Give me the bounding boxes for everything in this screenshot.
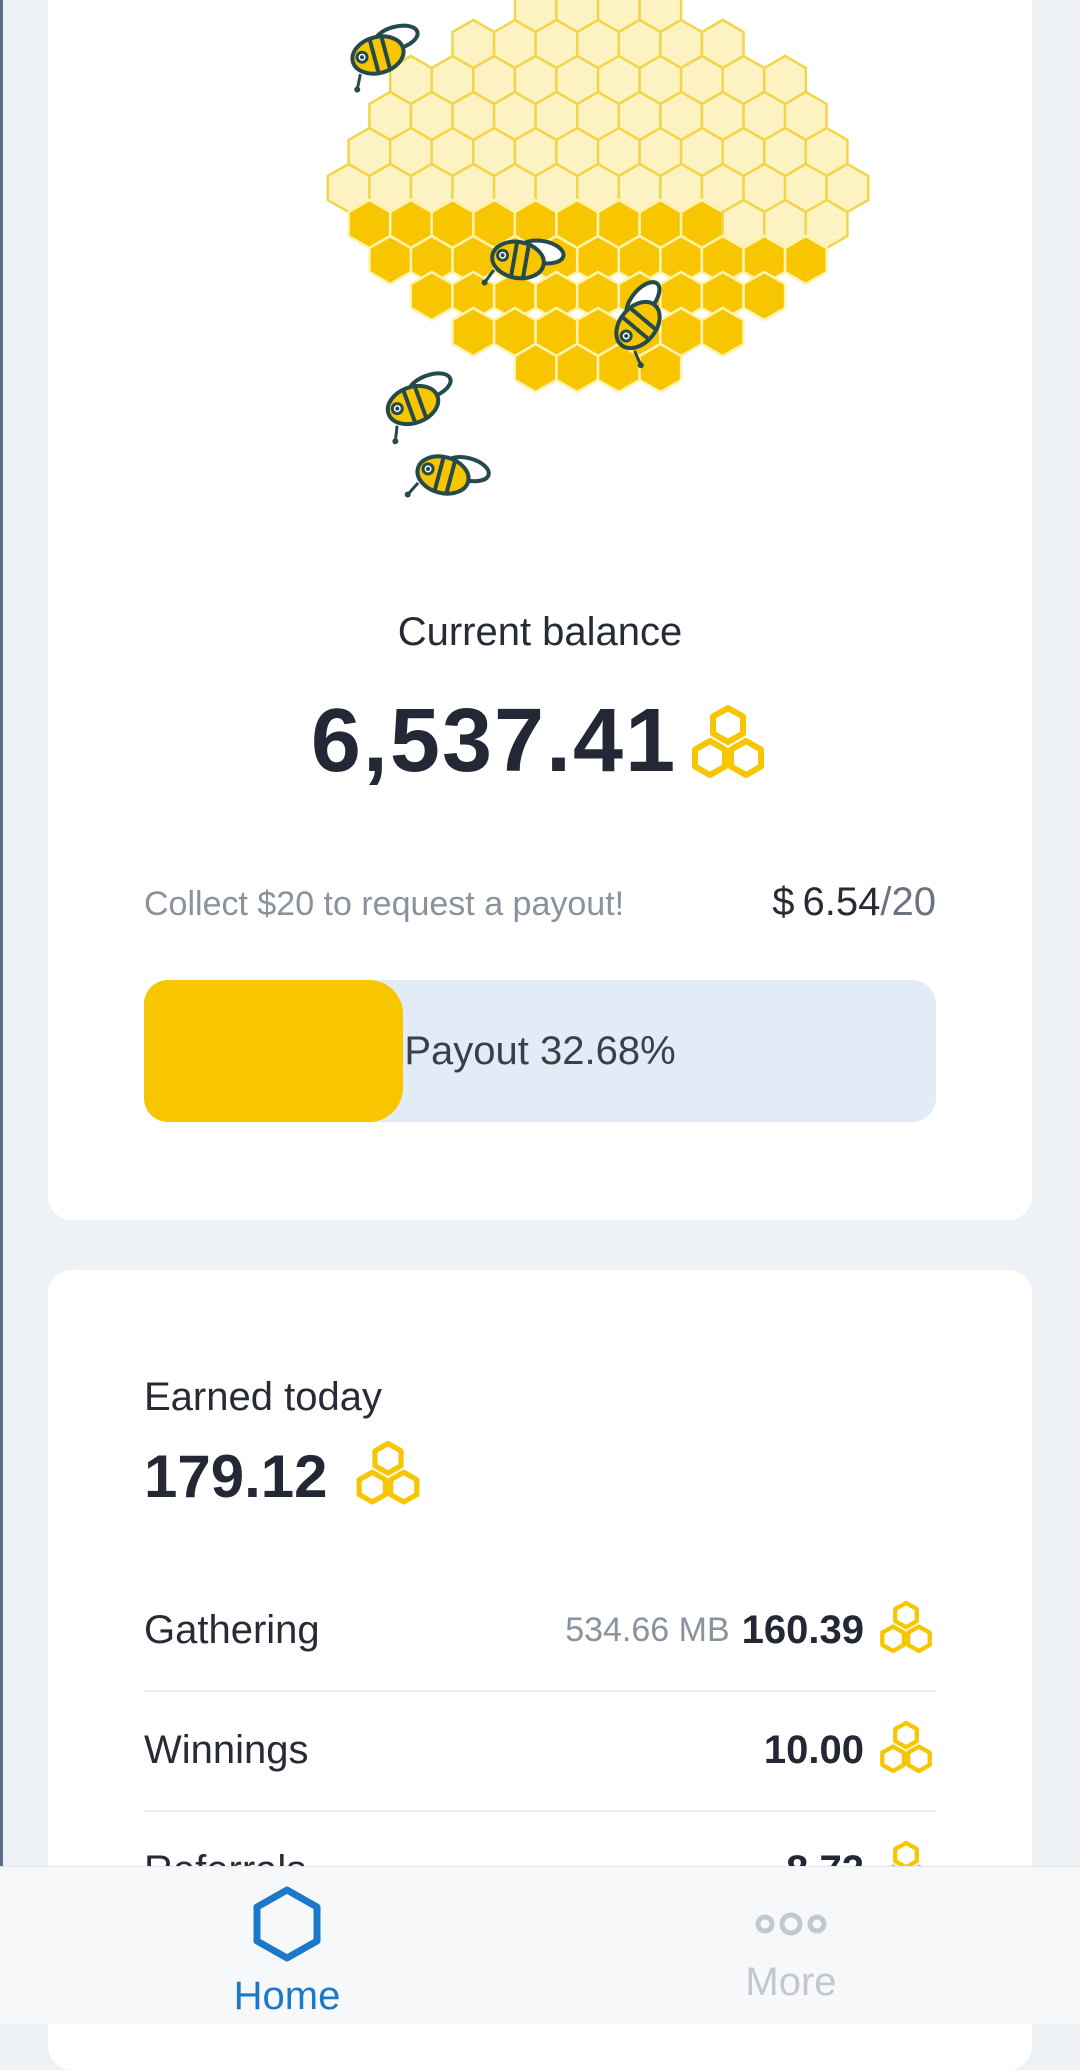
payout-current: 6.54	[802, 880, 881, 924]
balance-label: Current balance	[397, 610, 683, 654]
honeycomb-cell	[783, 234, 828, 286]
honeycomb-cell	[451, 306, 496, 358]
payout-currency: $	[772, 880, 795, 924]
honeycomb-cell	[742, 270, 787, 322]
payout-amount: $6.54/20	[772, 880, 936, 925]
balance-value: 6,537.41	[310, 691, 678, 791]
honeycomb-icon	[352, 1440, 424, 1513]
stat-value: 160.39	[741, 1607, 864, 1652]
nav-more-label: More	[745, 1960, 837, 2004]
balance-row: 6,537.41	[48, 690, 1032, 793]
stat-row-winnings[interactable]: Winnings 10.00	[144, 1690, 936, 1812]
stat-right: 534.66 MB 160.39	[565, 1600, 936, 1661]
screen-edge	[0, 0, 3, 2023]
stat-value: 10.00	[763, 1727, 864, 1772]
honeycomb-cell	[596, 342, 641, 394]
bee-icon	[404, 454, 491, 498]
honeycomb-cell	[555, 342, 600, 394]
bee-icon	[385, 371, 453, 445]
honeycomb-icon	[687, 704, 769, 787]
nav-more[interactable]: More	[661, 1867, 921, 2024]
payout-goal: /20	[880, 880, 936, 924]
stat-row-gathering[interactable]: Gathering 534.66 MB 160.39	[144, 1570, 936, 1692]
honeycomb-cells	[326, 0, 870, 394]
nav-home-label: Home	[233, 1974, 341, 2018]
honeycomb-cell	[368, 234, 413, 286]
honeycomb-cell	[638, 342, 683, 394]
beehive-illustration	[326, 0, 870, 498]
honeycomb-cell	[513, 342, 558, 394]
balance-card: Current balance 6,537.41 Collect $20 to …	[48, 0, 1032, 1220]
stat-right: 10.00	[764, 1720, 936, 1781]
earned-today-row: 179.12	[144, 1440, 424, 1513]
honeycomb-cell	[409, 270, 454, 322]
payout-hint: Collect $20 to request a payout!	[144, 885, 625, 923]
hexagon-icon	[251, 1885, 323, 1968]
payout-progress-label: Payout 32.68%	[404, 1028, 676, 1073]
honeycomb-icon	[876, 1720, 936, 1781]
stat-label: Gathering	[144, 1607, 320, 1652]
nav-home[interactable]: Home	[157, 1867, 417, 2024]
bottom-nav: Home More	[0, 1866, 1080, 2024]
earned-today-label: Earned today	[144, 1375, 382, 1419]
more-dots-icon	[751, 1909, 831, 1944]
stat-label: Winnings	[144, 1727, 309, 1772]
honeycomb-icon	[876, 1600, 936, 1661]
honeycomb-cell	[700, 306, 745, 358]
earned-today-value: 179.12	[144, 1443, 328, 1510]
payout-progress-bar[interactable]: Payout 32.68%	[144, 980, 936, 1122]
stat-data-amount: 534.66 MB	[565, 1610, 730, 1649]
